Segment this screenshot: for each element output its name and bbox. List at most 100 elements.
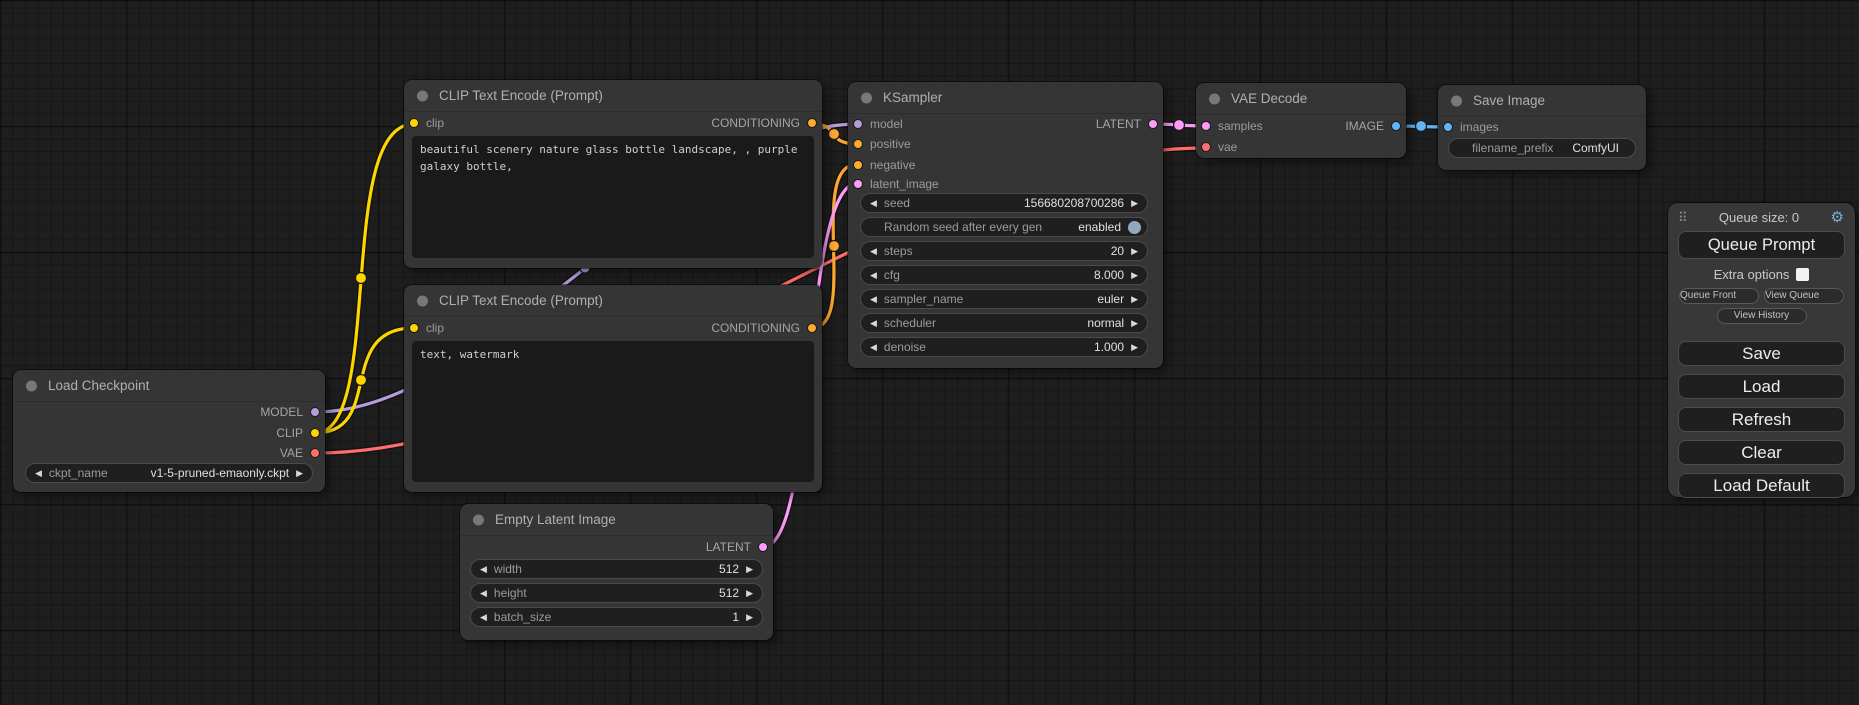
port-row: samples IMAGE	[1196, 116, 1406, 136]
prev-arrow-icon[interactable]: ◀	[870, 343, 877, 352]
output-port-latent[interactable]	[758, 542, 768, 552]
output-port-vae[interactable]	[310, 448, 320, 458]
sampler-name-widget[interactable]: ◀ sampler_name euler ▶	[860, 289, 1148, 309]
collapse-dot-icon[interactable]	[1451, 95, 1462, 106]
next-arrow-icon[interactable]: ▶	[1131, 247, 1138, 256]
widget-label: denoise	[884, 340, 926, 354]
input-label-negative: negative	[870, 158, 915, 172]
prev-arrow-icon[interactable]: ◀	[870, 319, 877, 328]
link-dot	[356, 375, 367, 386]
gear-icon[interactable]: ⚙	[1831, 210, 1844, 225]
next-arrow-icon[interactable]: ▶	[1131, 295, 1138, 304]
input-port-negative[interactable]	[853, 160, 863, 170]
ckpt-name-widget[interactable]: ◀ ckpt_name v1-5-pruned-emaonly.ckpt ▶	[25, 463, 313, 483]
output-port-conditioning[interactable]	[807, 118, 817, 128]
view-history-button[interactable]: View History	[1717, 308, 1807, 324]
node-ksampler[interactable]: KSampler model LATENT positive negative …	[848, 82, 1163, 368]
input-label-images: images	[1460, 120, 1499, 134]
node-title-bar[interactable]: CLIP Text Encode (Prompt)	[404, 285, 822, 317]
widget-label: Random seed after every gen	[884, 220, 1042, 234]
input-label-latent-image: latent_image	[870, 177, 939, 191]
input-port-clip[interactable]	[409, 323, 419, 333]
steps-widget[interactable]: ◀ steps 20 ▶	[860, 241, 1148, 261]
node-title-bar[interactable]: VAE Decode	[1196, 83, 1406, 115]
node-title-bar[interactable]: Load Checkpoint	[13, 370, 325, 402]
input-label-clip: clip	[426, 321, 444, 335]
load-default-button[interactable]: Load Default	[1678, 473, 1845, 498]
input-port-vae[interactable]	[1201, 142, 1211, 152]
prev-arrow-icon[interactable]: ◀	[870, 271, 877, 280]
graph-canvas[interactable]: Load Checkpoint MODEL CLIP VAE ◀ ckpt_na…	[0, 0, 1859, 705]
input-port-positive[interactable]	[853, 139, 863, 149]
input-port-model[interactable]	[853, 119, 863, 129]
prev-arrow-icon[interactable]: ◀	[35, 469, 42, 478]
refresh-button[interactable]: Refresh	[1678, 407, 1845, 432]
next-arrow-icon[interactable]: ▶	[1131, 319, 1138, 328]
collapse-dot-icon[interactable]	[473, 514, 484, 525]
drag-handle-icon[interactable]: ⠿	[1678, 211, 1688, 224]
input-port-images[interactable]	[1443, 122, 1453, 132]
prev-arrow-icon[interactable]: ◀	[480, 589, 487, 598]
prev-arrow-icon[interactable]: ◀	[480, 565, 487, 574]
prompt-textarea[interactable]: beautiful scenery nature glass bottle la…	[412, 136, 814, 258]
batch-size-widget[interactable]: ◀ batch_size 1 ▶	[470, 607, 763, 627]
next-arrow-icon[interactable]: ▶	[1131, 271, 1138, 280]
node-title-bar[interactable]: CLIP Text Encode (Prompt)	[404, 80, 822, 112]
input-port-clip[interactable]	[409, 118, 419, 128]
output-port-latent[interactable]	[1148, 119, 1158, 129]
prev-arrow-icon[interactable]: ◀	[870, 247, 877, 256]
node-title: VAE Decode	[1231, 91, 1307, 106]
input-port-latent-image[interactable]	[853, 179, 863, 189]
next-arrow-icon[interactable]: ▶	[1131, 199, 1138, 208]
height-widget[interactable]: ◀ height 512 ▶	[470, 583, 763, 603]
next-arrow-icon[interactable]: ▶	[746, 589, 753, 598]
prompt-textarea[interactable]: text, watermark	[412, 341, 814, 482]
extra-options-checkbox[interactable]	[1796, 268, 1809, 281]
collapse-dot-icon[interactable]	[417, 295, 428, 306]
next-arrow-icon[interactable]: ▶	[746, 613, 753, 622]
collapse-dot-icon[interactable]	[861, 92, 872, 103]
port-row: vae	[1196, 137, 1406, 157]
queue-front-button[interactable]: Queue Front	[1679, 288, 1759, 304]
node-title-bar[interactable]: Save Image	[1438, 85, 1646, 117]
filename-prefix-widget[interactable]: filename_prefix ComfyUI	[1448, 138, 1636, 158]
prev-arrow-icon[interactable]: ◀	[480, 613, 487, 622]
next-arrow-icon[interactable]: ▶	[296, 469, 303, 478]
scheduler-widget[interactable]: ◀ scheduler normal ▶	[860, 313, 1148, 333]
next-arrow-icon[interactable]: ▶	[1131, 343, 1138, 352]
save-button[interactable]: Save	[1678, 341, 1845, 366]
input-port-samples[interactable]	[1201, 121, 1211, 131]
widget-value: 156680208700286	[1024, 196, 1124, 210]
output-port-conditioning[interactable]	[807, 323, 817, 333]
node-empty-latent-image[interactable]: Empty Latent Image LATENT ◀ width 512 ▶ …	[460, 504, 773, 640]
node-clip-text-encode-negative[interactable]: CLIP Text Encode (Prompt) clip CONDITION…	[404, 285, 822, 492]
collapse-dot-icon[interactable]	[417, 90, 428, 101]
collapse-dot-icon[interactable]	[1209, 93, 1220, 104]
prev-arrow-icon[interactable]: ◀	[870, 199, 877, 208]
clear-button[interactable]: Clear	[1678, 440, 1845, 465]
prev-arrow-icon[interactable]: ◀	[870, 295, 877, 304]
random-seed-toggle-widget[interactable]: Random seed after every gen enabled	[860, 217, 1148, 237]
seed-widget[interactable]: ◀ seed 156680208700286 ▶	[860, 193, 1148, 213]
load-button[interactable]: Load	[1678, 374, 1845, 399]
collapse-dot-icon[interactable]	[26, 380, 37, 391]
output-port-image[interactable]	[1391, 121, 1401, 131]
denoise-widget[interactable]: ◀ denoise 1.000 ▶	[860, 337, 1148, 357]
cfg-widget[interactable]: ◀ cfg 8.000 ▶	[860, 265, 1148, 285]
node-title-bar[interactable]: Empty Latent Image	[460, 504, 773, 536]
toggle-ball-icon[interactable]	[1128, 221, 1141, 234]
node-clip-text-encode-positive[interactable]: CLIP Text Encode (Prompt) clip CONDITION…	[404, 80, 822, 268]
queue-prompt-button[interactable]: Queue Prompt	[1678, 231, 1845, 259]
view-queue-button[interactable]: View Queue	[1764, 288, 1844, 304]
width-widget[interactable]: ◀ width 512 ▶	[470, 559, 763, 579]
node-title-bar[interactable]: KSampler	[848, 82, 1163, 114]
output-port-model[interactable]	[310, 407, 320, 417]
node-vae-decode[interactable]: VAE Decode samples IMAGE vae	[1196, 83, 1406, 158]
next-arrow-icon[interactable]: ▶	[746, 565, 753, 574]
input-label-model: model	[870, 117, 903, 131]
widget-label: ckpt_name	[49, 466, 108, 480]
node-load-checkpoint[interactable]: Load Checkpoint MODEL CLIP VAE ◀ ckpt_na…	[13, 370, 325, 492]
widget-label: scheduler	[884, 316, 936, 330]
output-port-clip[interactable]	[310, 428, 320, 438]
node-save-image[interactable]: Save Image images filename_prefix ComfyU…	[1438, 85, 1646, 170]
